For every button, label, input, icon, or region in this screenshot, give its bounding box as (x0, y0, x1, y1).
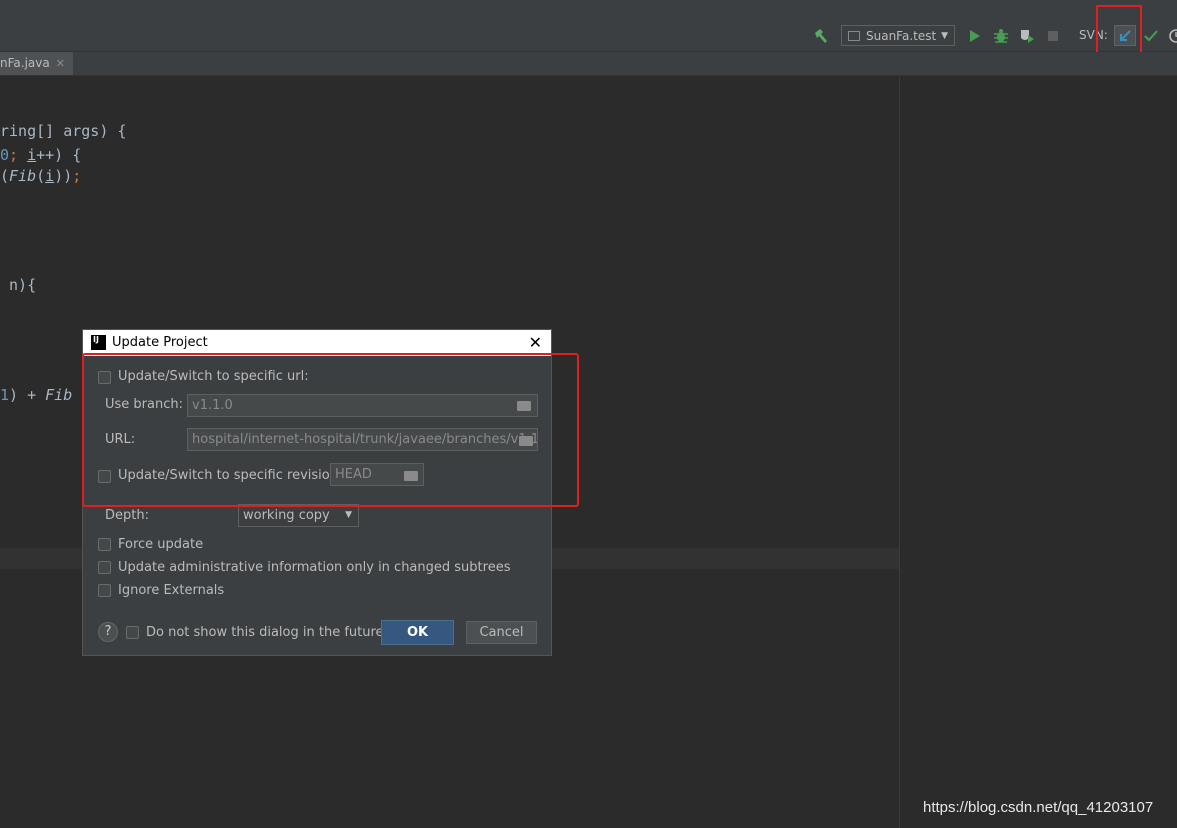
do-not-show-checkbox[interactable] (126, 626, 139, 639)
history-clock-icon[interactable] (1168, 28, 1177, 44)
title-bar (0, 0, 1177, 23)
ignore-externals-label: Ignore Externals (118, 583, 225, 598)
editor-tabs: nFa.java ✕ (0, 52, 1177, 76)
dialog-title: Update Project (112, 335, 208, 350)
code-line: n){ (0, 276, 37, 294)
tab-suanfa-java[interactable]: nFa.java ✕ (0, 52, 73, 75)
help-button[interactable]: ? (98, 622, 118, 642)
run-config-label: SuanFa.test (866, 28, 937, 43)
ignore-externals-checkbox[interactable] (98, 584, 111, 597)
run-icon[interactable] (968, 29, 982, 43)
do-not-show-label: Do not show this dialog in the future (146, 625, 384, 640)
close-icon[interactable]: ✕ (56, 57, 65, 70)
tab-label: nFa.java (0, 56, 50, 70)
debug-icon[interactable] (993, 28, 1009, 44)
stop-icon[interactable] (1047, 30, 1059, 42)
build-hammer-icon[interactable] (813, 28, 829, 44)
force-update-label: Force update (118, 537, 204, 552)
code-line: 1) + Fib (0, 386, 73, 404)
code-line: 0; i++) { (0, 146, 82, 164)
chevron-down-icon: ▼ (345, 510, 352, 520)
right-panel (899, 76, 1177, 828)
admin-info-label: Update administrative information only i… (118, 560, 511, 575)
run-config-icon (848, 30, 860, 41)
intellij-logo-icon: IJ (91, 335, 106, 350)
run-config-select[interactable]: SuanFa.test ▼ (841, 25, 955, 46)
ok-button[interactable]: OK (381, 620, 454, 645)
annotation-highlight-switch-options (82, 353, 579, 507)
coverage-icon[interactable] (1019, 28, 1035, 44)
svn-commit-check-icon[interactable] (1144, 29, 1158, 43)
watermark: https://blog.csdn.net/qq_41203107 (923, 799, 1154, 816)
force-update-checkbox[interactable] (98, 538, 111, 551)
depth-label: Depth: (105, 508, 149, 523)
admin-info-checkbox[interactable] (98, 561, 111, 574)
chevron-down-icon: ▼ (941, 30, 948, 41)
depth-select[interactable]: working copy ▼ (238, 504, 359, 527)
close-icon[interactable]: ✕ (529, 333, 542, 352)
code-line: ring[] args) { (0, 122, 127, 140)
cancel-button[interactable]: Cancel (466, 621, 537, 644)
code-line: (Fib(i)); (0, 167, 82, 185)
